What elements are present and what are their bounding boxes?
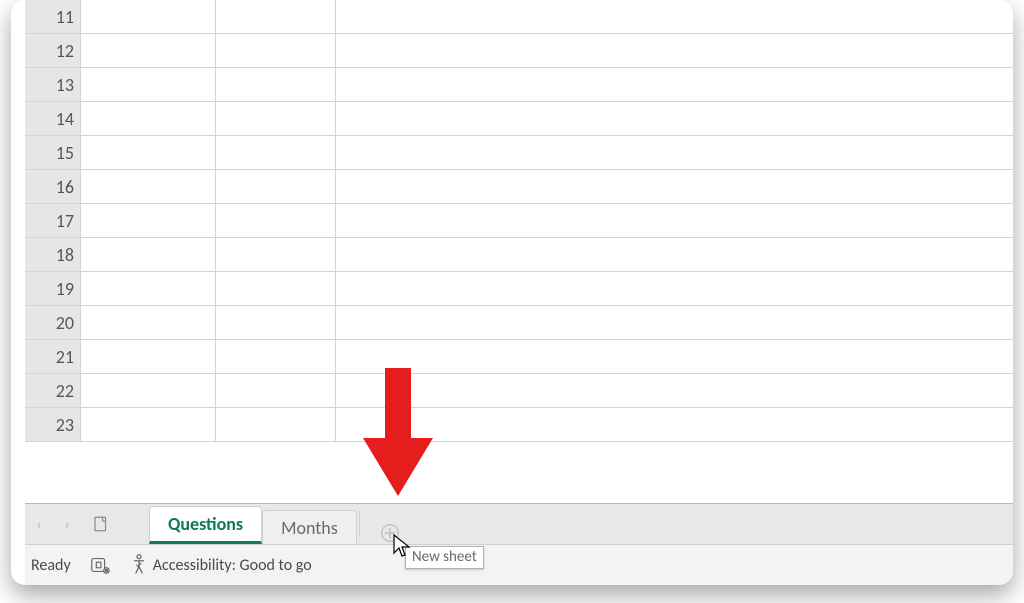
new-sheet-button[interactable] [370, 522, 410, 544]
row-header[interactable]: 19 [25, 272, 81, 305]
row-header[interactable]: 16 [25, 170, 81, 203]
tab-divider [359, 511, 360, 537]
status-ready: Ready [31, 556, 71, 575]
cell[interactable] [336, 238, 1013, 271]
cell[interactable] [336, 204, 1013, 237]
grid-row[interactable]: 22 [25, 374, 1013, 408]
grid-row[interactable]: 20 [25, 306, 1013, 340]
macro-record-icon[interactable] [89, 554, 111, 576]
cell[interactable] [81, 0, 216, 33]
cell[interactable] [216, 408, 336, 441]
grid-row[interactable]: 16 [25, 170, 1013, 204]
cell[interactable] [216, 34, 336, 67]
cell[interactable] [216, 136, 336, 169]
sheet-tab-label: Months [281, 517, 338, 539]
row-header[interactable]: 13 [25, 68, 81, 101]
grid-row[interactable]: 14 [25, 102, 1013, 136]
row-header[interactable]: 23 [25, 408, 81, 441]
grid-row[interactable]: 17 [25, 204, 1013, 238]
cell[interactable] [81, 68, 216, 101]
cell[interactable] [216, 374, 336, 407]
row-header[interactable]: 22 [25, 374, 81, 407]
cell[interactable] [336, 272, 1013, 305]
cell[interactable] [216, 340, 336, 373]
cell[interactable] [216, 204, 336, 237]
cell[interactable] [216, 272, 336, 305]
cell[interactable] [216, 170, 336, 203]
cell[interactable] [81, 272, 216, 305]
cell[interactable] [81, 374, 216, 407]
cell[interactable] [336, 102, 1013, 135]
grid-row[interactable]: 12 [25, 34, 1013, 68]
grid-row[interactable]: 21 [25, 340, 1013, 374]
sheet-tab-strip: ‹ › Questions Months [25, 503, 1013, 545]
cell[interactable] [216, 238, 336, 271]
grid-row[interactable]: 23 [25, 408, 1013, 442]
row-header[interactable]: 15 [25, 136, 81, 169]
worksheet-grid[interactable]: 11 12 13 14 [25, 0, 1013, 503]
row-header[interactable]: 17 [25, 204, 81, 237]
row-header[interactable]: 18 [25, 238, 81, 271]
sheet-nav-prev[interactable]: ‹ [33, 516, 46, 533]
cell[interactable] [336, 374, 1013, 407]
cell[interactable] [81, 340, 216, 373]
cell[interactable] [81, 34, 216, 67]
cell[interactable] [336, 0, 1013, 33]
row-header[interactable]: 11 [25, 0, 81, 33]
grid-row[interactable]: 18 [25, 238, 1013, 272]
accessibility-status[interactable]: Accessibility: Good to go [129, 553, 312, 577]
cell[interactable] [81, 102, 216, 135]
cell[interactable] [81, 136, 216, 169]
cell[interactable] [336, 408, 1013, 441]
sheet-tab-questions[interactable]: Questions [149, 506, 262, 544]
row-header[interactable]: 21 [25, 340, 81, 373]
sheet-tab-label: Questions [168, 513, 243, 535]
grid-row[interactable]: 13 [25, 68, 1013, 102]
row-header[interactable]: 14 [25, 102, 81, 135]
sheet-list-icon[interactable] [81, 504, 121, 544]
cell[interactable] [216, 0, 336, 33]
cell[interactable] [336, 68, 1013, 101]
cell[interactable] [81, 204, 216, 237]
grid-row[interactable]: 15 [25, 136, 1013, 170]
cell[interactable] [81, 306, 216, 339]
cell[interactable] [81, 408, 216, 441]
row-header[interactable]: 20 [25, 306, 81, 339]
status-bar: Ready Accessibility: Good to go [25, 545, 1013, 585]
cell[interactable] [336, 340, 1013, 373]
sheet-nav-next[interactable]: › [61, 516, 74, 533]
grid-row[interactable]: 11 [25, 0, 1013, 34]
cell[interactable] [216, 68, 336, 101]
cell[interactable] [336, 34, 1013, 67]
cell[interactable] [216, 102, 336, 135]
sheet-tab-months[interactable]: Months [262, 510, 357, 544]
cell[interactable] [336, 306, 1013, 339]
grid-row[interactable]: 19 [25, 272, 1013, 306]
cell[interactable] [216, 306, 336, 339]
accessibility-label: Accessibility: Good to go [153, 556, 312, 575]
cell[interactable] [336, 170, 1013, 203]
cell[interactable] [336, 136, 1013, 169]
cell[interactable] [81, 238, 216, 271]
row-header[interactable]: 12 [25, 34, 81, 67]
cell[interactable] [81, 170, 216, 203]
new-sheet-tooltip: New sheet [405, 546, 484, 569]
